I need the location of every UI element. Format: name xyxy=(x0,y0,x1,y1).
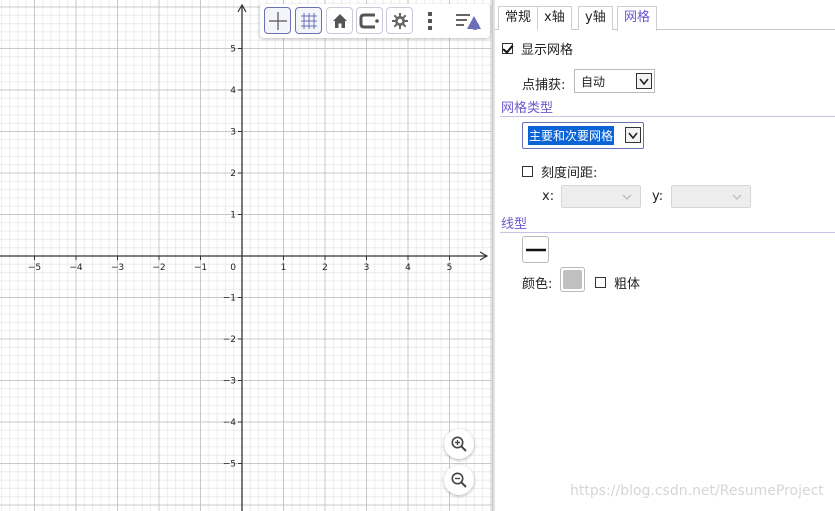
y-tick-label: −4 xyxy=(223,418,237,428)
color-swatch-fill xyxy=(563,270,582,289)
x-tick-label: −5 xyxy=(28,263,41,273)
y-distance-select[interactable] xyxy=(671,185,751,208)
gear-icon xyxy=(391,12,408,29)
grid-type-value: 主要和次要网格 xyxy=(528,126,615,145)
point-capture-icon xyxy=(359,13,379,28)
zoom-out-button[interactable] xyxy=(444,465,474,495)
line-style-button[interactable] xyxy=(522,236,549,263)
grid-toggle-icon xyxy=(300,12,317,29)
home-button[interactable] xyxy=(326,7,353,34)
grid-type-section-title: 网格类型 xyxy=(501,101,554,116)
more-menu-button[interactable] xyxy=(416,7,443,34)
y-tick-label: 2 xyxy=(230,169,236,179)
x-tick-label: 5 xyxy=(447,263,453,273)
x-tick-label: 1 xyxy=(281,263,287,273)
style-bar-toggle-icon xyxy=(456,13,481,30)
zoom-out-icon xyxy=(451,472,467,488)
y-tick-label: −2 xyxy=(223,335,236,345)
grid-settings-panel: 常规 x轴 y轴 网格 显示网格 点捕获: 自动 网格类型 主要和次要网格 刻度… xyxy=(495,0,835,511)
axes-toggle-button[interactable] xyxy=(264,7,291,34)
grid-toggle-button[interactable] xyxy=(295,7,322,34)
bold-checkbox[interactable] xyxy=(595,277,606,288)
tab-x-axis[interactable]: x轴 xyxy=(537,6,572,30)
x-tick-label: −2 xyxy=(152,263,165,273)
tick-distance-row[interactable]: 刻度间距: xyxy=(522,162,597,181)
x-tick-label: −1 xyxy=(194,263,207,273)
tab-grid[interactable]: 网格 xyxy=(617,6,658,31)
style-bar-toggle-button[interactable] xyxy=(452,7,484,34)
chevron-down-icon xyxy=(625,127,641,143)
x-tick-label: 4 xyxy=(405,263,411,273)
y-tick-label: 3 xyxy=(230,128,236,138)
solid-line-icon xyxy=(525,248,546,251)
x-tick-label: −3 xyxy=(111,263,124,273)
color-picker-button[interactable] xyxy=(560,267,585,292)
grid-type-select[interactable]: 主要和次要网格 xyxy=(522,122,644,149)
section-divider xyxy=(500,232,835,233)
zoom-in-icon xyxy=(451,436,467,452)
y-tick-label: 5 xyxy=(230,45,236,55)
y-tick-label: −1 xyxy=(223,294,236,304)
more-vertical-icon xyxy=(427,11,432,30)
bold-row[interactable]: 粗体 xyxy=(595,273,640,292)
tab-y-axis[interactable]: y轴 xyxy=(578,6,613,30)
line-style-section-title: 线型 xyxy=(501,217,528,232)
chevron-down-icon xyxy=(636,73,652,89)
y-tick-label: 1 xyxy=(230,211,236,221)
x-tick-label: 3 xyxy=(364,263,370,273)
point-capture-label: 点捕获: xyxy=(522,78,566,93)
bold-label: 粗体 xyxy=(614,277,641,292)
point-capture-button[interactable] xyxy=(356,7,383,34)
home-icon xyxy=(332,13,347,28)
x-distance-label: x: xyxy=(542,189,555,204)
coordinate-grid[interactable]: −5 −4 −3 −2 −1 1 2 3 4 5 5 4 3 2 1 −1 −2 −3 −4 −5 0 xyxy=(0,0,492,511)
y-tick-label: −3 xyxy=(223,377,236,387)
x-tick-label: 2 xyxy=(322,263,328,273)
x-distance-select[interactable] xyxy=(561,185,641,208)
point-capture-value: 自动 xyxy=(581,74,606,89)
x-tick-label: −4 xyxy=(69,263,83,273)
show-grid-checkbox[interactable] xyxy=(502,43,513,54)
section-divider xyxy=(500,116,835,117)
settings-tabs: 常规 x轴 y轴 网格 xyxy=(495,4,835,31)
color-label: 颜色: xyxy=(522,277,553,292)
show-grid-row[interactable]: 显示网格 xyxy=(502,39,573,58)
tick-distance-checkbox[interactable] xyxy=(522,166,533,177)
chevron-down-icon xyxy=(622,194,632,200)
axes-toggle-icon xyxy=(268,11,287,30)
origin-label: 0 xyxy=(230,263,236,273)
chevron-down-icon xyxy=(732,194,742,200)
graphics-view[interactable]: −5 −4 −3 −2 −1 1 2 3 4 5 5 4 3 2 1 −1 −2 −3 −4 −5 0 xyxy=(0,0,492,511)
y-distance-label: y: xyxy=(652,189,664,204)
y-tick-label: 4 xyxy=(230,86,236,96)
graphics-toolbar xyxy=(260,4,490,38)
show-grid-label: 显示网格 xyxy=(521,43,574,58)
point-capture-select[interactable]: 自动 xyxy=(574,69,655,93)
tick-distance-label: 刻度间距: xyxy=(541,166,598,181)
tab-general[interactable]: 常规 xyxy=(498,6,539,30)
watermark-text: https://blog.csdn.net/ResumeProject xyxy=(570,483,824,499)
y-tick-label: −5 xyxy=(223,460,236,470)
settings-button[interactable] xyxy=(386,7,413,34)
zoom-in-button[interactable] xyxy=(444,429,474,459)
